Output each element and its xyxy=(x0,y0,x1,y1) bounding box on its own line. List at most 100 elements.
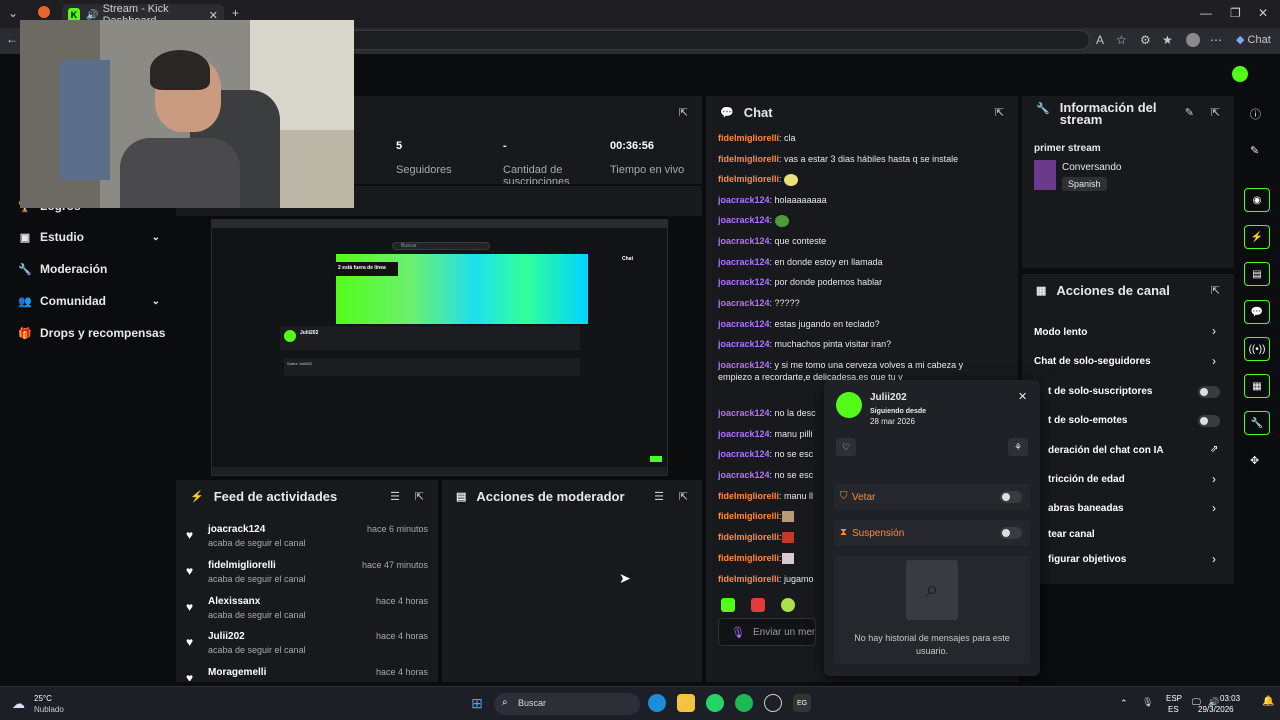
microphone-icon[interactable]: 🎙 xyxy=(1142,697,1153,708)
notifications-icon[interactable]: 🔔 xyxy=(1262,696,1274,707)
chevron-right-icon[interactable]: › xyxy=(1212,354,1216,368)
expand-icon[interactable]: ⇱ xyxy=(679,106,688,119)
chevron-right-icon[interactable]: › xyxy=(1212,552,1216,566)
copilot-chat-button[interactable]: ◆ Chat xyxy=(1236,33,1271,46)
following-since-date: 28 mar 2026 xyxy=(870,417,915,426)
wrench-icon: 🔧 xyxy=(1036,103,1050,115)
read-aloud-icon[interactable]: A xyxy=(1096,33,1104,47)
spotify-icon[interactable] xyxy=(735,694,753,712)
sidebar-item-moderacion[interactable]: 🔧 Moderación xyxy=(18,259,160,279)
favorites-icon[interactable]: ★ xyxy=(1162,33,1173,47)
bolt-icon: ⚡ xyxy=(190,490,204,503)
followers-only-item[interactable]: Chat de solo-seguidores xyxy=(1034,356,1151,367)
edit-pencil-icon[interactable]: ✎ xyxy=(1185,106,1194,119)
camera-icon[interactable]: ◉ xyxy=(1244,188,1270,212)
sidebar-item-estudio[interactable]: ▣ Estudio ⌄ xyxy=(18,227,160,247)
wrench-icon[interactable]: 🔧 xyxy=(1244,411,1270,435)
edit-pencil-icon[interactable]: ✎ xyxy=(1250,144,1259,157)
document-icon[interactable]: ▤ xyxy=(1244,262,1270,286)
category-name: Conversando xyxy=(1062,162,1122,173)
chat-bubble-icon[interactable]: 💬 xyxy=(1244,300,1270,324)
sidebar-item-comunidad[interactable]: 👥 Comunidad ⌄ xyxy=(18,291,160,311)
stream-preview[interactable]: Buscar 2 está fuera de línea Chat Julii2… xyxy=(211,219,668,476)
favorite-star-icon[interactable]: ☆ xyxy=(1116,33,1127,47)
chevron-up-icon[interactable]: ⌃ xyxy=(1120,698,1128,709)
chevron-right-icon[interactable]: › xyxy=(1212,472,1216,486)
minimize-icon[interactable]: — xyxy=(1200,6,1212,20)
copilot-icon: ◆ xyxy=(1236,34,1245,46)
chat-message: fidelmigliorelli: xyxy=(718,552,816,565)
emotes-only-item: t de solo-emotes xyxy=(1048,415,1128,426)
expand-icon[interactable]: ⇱ xyxy=(415,490,424,503)
new-tab-icon[interactable]: + xyxy=(232,6,239,20)
broadcast-icon[interactable]: ((•)) xyxy=(1244,337,1270,361)
extensions-icon[interactable]: ⚙ xyxy=(1140,33,1151,47)
filter-icon[interactable]: ☰ xyxy=(390,490,400,503)
gift-sub-button[interactable]: ⚘ xyxy=(1008,438,1028,456)
chat-bubble-icon: 💬 xyxy=(720,106,734,119)
raid-channel-item[interactable]: tear canal xyxy=(1048,529,1095,540)
weather-temp[interactable]: 25°C xyxy=(34,694,52,703)
avatar xyxy=(836,392,862,418)
age-restriction-item[interactable]: tricción de edad xyxy=(1048,474,1125,485)
heart-icon: ♥ xyxy=(186,635,194,649)
veto-toggle[interactable] xyxy=(1000,491,1022,503)
file-explorer-icon[interactable] xyxy=(677,694,695,712)
banned-words-item[interactable]: abras baneadas xyxy=(1048,503,1124,514)
mouse-cursor-icon: ➤ xyxy=(619,570,631,586)
chat-message-input[interactable]: 🎙 Enviar un mensaje xyxy=(718,618,816,646)
expand-icon[interactable]: ⇱ xyxy=(1211,106,1220,119)
external-link-icon[interactable]: ⇗ xyxy=(1210,444,1218,455)
subs-only-toggle[interactable] xyxy=(1198,386,1220,398)
taskbar-search[interactable]: ⌕ Buscar xyxy=(494,693,640,715)
slow-mode-item[interactable]: Modo lento xyxy=(1034,327,1087,338)
filter-icon[interactable]: ☰ xyxy=(654,490,664,503)
channel-icon: ▦ xyxy=(1036,284,1047,297)
keyboard-lang-top[interactable]: ESP xyxy=(1166,694,1182,703)
stream-title: primer stream xyxy=(1034,143,1101,154)
expand-icon[interactable]: ⇱ xyxy=(679,490,688,503)
profile-avatar[interactable] xyxy=(1186,33,1200,47)
chevron-right-icon[interactable]: › xyxy=(1212,324,1216,338)
list-item: ♥ fidelmigliorelli acaba de seguir el ca… xyxy=(186,560,428,584)
back-icon[interactable]: ← xyxy=(6,32,18,46)
bolt-icon[interactable]: ⚡ xyxy=(1244,225,1270,249)
add-widget-icon[interactable]: ✥ xyxy=(1250,454,1259,467)
sidebar-item-drops[interactable]: 🎁 Drops y recompensas xyxy=(18,323,188,343)
close-window-icon[interactable]: ✕ xyxy=(1258,6,1268,20)
emote-bar-icon[interactable] xyxy=(781,598,795,612)
more-menu-icon[interactable]: ⋯ xyxy=(1210,33,1222,47)
windows-start-icon[interactable]: ⊞ xyxy=(468,694,486,712)
document-icon: ▤ xyxy=(456,490,467,503)
emotes-only-toggle[interactable] xyxy=(1198,415,1220,427)
chat-title: Chat xyxy=(743,104,773,120)
follow-heart-button[interactable]: ♡ xyxy=(836,438,856,456)
empty-history-text: No hay historial de mensajes para este u… xyxy=(854,633,1010,656)
emote-bar-icon[interactable] xyxy=(721,598,735,612)
edge-browser-icon[interactable] xyxy=(648,694,666,712)
channel-icon[interactable]: ▦ xyxy=(1244,374,1270,398)
info-icon[interactable]: ⓘ xyxy=(1250,106,1261,122)
ai-moderation-item[interactable]: deración del chat con IA xyxy=(1048,445,1164,456)
emote-bar-icon[interactable] xyxy=(751,598,765,612)
shield-icon: ⛉ xyxy=(840,491,848,502)
expand-icon[interactable]: ⇱ xyxy=(1211,284,1220,297)
microphone-icon[interactable]: 🎙 xyxy=(731,626,745,639)
suspension-toggle[interactable] xyxy=(1000,527,1022,539)
expand-icon[interactable]: ⇱ xyxy=(995,106,1004,119)
steam-icon[interactable] xyxy=(764,694,782,712)
configure-goals-item[interactable]: figurar objetivos xyxy=(1048,554,1126,565)
close-icon[interactable]: ✕ xyxy=(1018,390,1027,403)
epic-games-icon[interactable]: EG xyxy=(793,694,811,712)
user-card-popup: Julii202 Siguiendo desde 28 mar 2026 ✕ ♡… xyxy=(824,380,1040,676)
chevron-right-icon[interactable]: › xyxy=(1212,501,1216,515)
clock-time[interactable]: 03:03 xyxy=(1220,694,1240,703)
subs-value: - xyxy=(503,140,507,152)
preview-taskbar xyxy=(212,467,667,475)
kick-status-icon[interactable] xyxy=(1232,66,1248,82)
whatsapp-icon[interactable] xyxy=(706,694,724,712)
tab-favicon-icon[interactable] xyxy=(38,6,50,18)
tab-menu-icon[interactable]: ⌄ xyxy=(8,6,18,20)
user-card-name[interactable]: Julii202 xyxy=(870,392,907,403)
maximize-icon[interactable]: ❐ xyxy=(1230,6,1241,20)
